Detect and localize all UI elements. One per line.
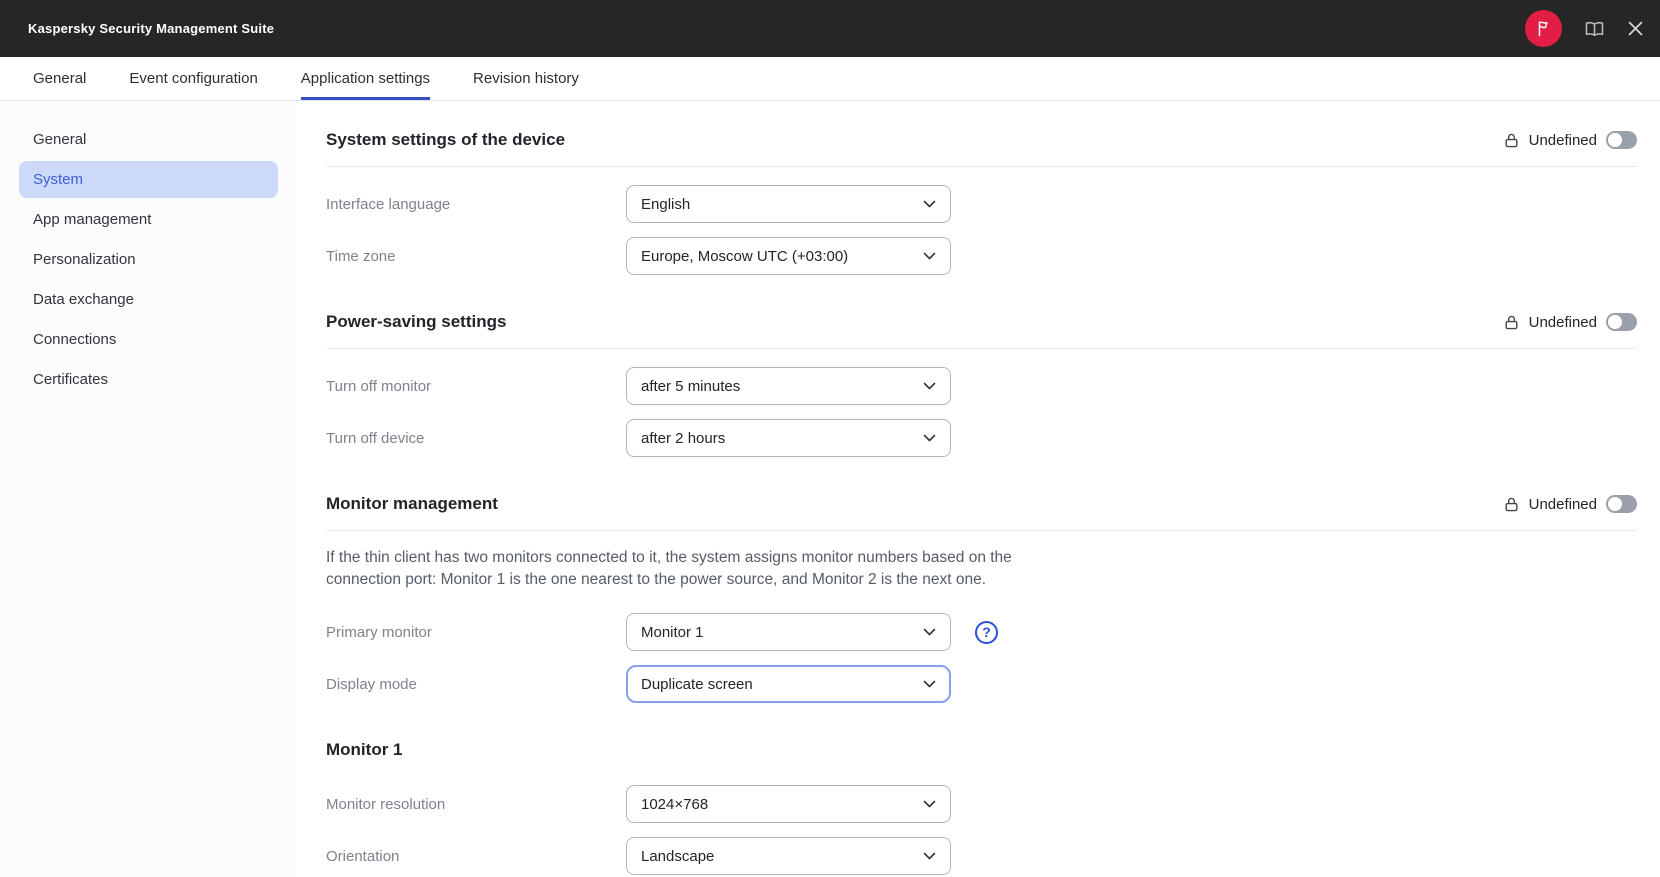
- sidebar-item-personalization[interactable]: Personalization: [19, 241, 278, 278]
- undefined-toggle-system-settings[interactable]: [1606, 131, 1637, 149]
- field-row: Primary monitor Monitor 1 ?: [326, 613, 1637, 651]
- monitor-management-description: If the thin client has two monitors conn…: [326, 549, 1012, 588]
- chevron-down-icon: [923, 382, 936, 390]
- section-divider: [326, 348, 1637, 349]
- field-row: Display mode Duplicate screen: [326, 665, 1637, 703]
- primary-monitor-dropdown[interactable]: Monitor 1: [626, 613, 951, 651]
- field-label: Time zone: [326, 247, 396, 265]
- turn-off-monitor-dropdown[interactable]: after 5 minutes: [626, 367, 951, 405]
- book-icon: [1584, 20, 1605, 38]
- unlock-icon: [1503, 496, 1520, 513]
- flag-icon: [1534, 19, 1553, 38]
- sidebar-item-connections[interactable]: Connections: [19, 321, 278, 358]
- help-icon: ?: [982, 624, 991, 640]
- sidebar-item-data-exchange[interactable]: Data exchange: [19, 281, 278, 318]
- notifications-flag-button[interactable]: [1525, 10, 1562, 47]
- field-label: Orientation: [326, 847, 400, 865]
- titlebar-actions: [1525, 10, 1644, 47]
- window-titlebar: Kaspersky Security Management Suite: [0, 0, 1660, 57]
- field-row: Monitor resolution 1024×768: [326, 785, 1637, 823]
- field-label: Turn off device: [326, 429, 425, 447]
- dropdown-value: Monitor 1: [641, 623, 704, 641]
- override-label: Undefined: [1528, 131, 1597, 149]
- unlock-icon: [1503, 132, 1520, 149]
- field-label: Display mode: [326, 675, 417, 693]
- display-mode-dropdown[interactable]: Duplicate screen: [626, 665, 951, 703]
- field-label: Turn off monitor: [326, 377, 432, 395]
- section-system-settings: System settings of the device Undefined …: [326, 127, 1637, 275]
- dropdown-value: Europe, Moscow UTC (+03:00): [641, 247, 849, 265]
- primary-monitor-help-button[interactable]: ?: [975, 620, 998, 644]
- dropdown-value: Landscape: [641, 847, 715, 865]
- turn-off-device-dropdown[interactable]: after 2 hours: [626, 419, 951, 457]
- section-monitor-1: Monitor 1 Monitor resolution 1024×768 Or…: [326, 737, 1637, 875]
- section-title: Monitor 1: [326, 740, 403, 759]
- chevron-down-icon: [923, 800, 936, 808]
- dropdown-value: after 2 hours: [641, 429, 726, 447]
- chevron-down-icon: [923, 252, 936, 260]
- field-row: Interface language English: [326, 185, 1637, 223]
- undefined-toggle-power-saving[interactable]: [1606, 313, 1637, 331]
- override-label: Undefined: [1528, 495, 1597, 513]
- enforcement-control: Undefined: [1503, 131, 1637, 149]
- section-divider: [326, 530, 1637, 531]
- section-title: Monitor management: [326, 494, 498, 513]
- field-row: Turn off monitor after 5 minutes: [326, 367, 1637, 405]
- field-row: Orientation Landscape: [326, 837, 1637, 875]
- interface-language-dropdown[interactable]: English: [626, 185, 951, 223]
- monitor-resolution-dropdown[interactable]: 1024×768: [626, 785, 951, 823]
- sidebar-item-certificates[interactable]: Certificates: [19, 361, 278, 398]
- tab-application-settings[interactable]: Application settings: [300, 57, 431, 100]
- dropdown-value: after 5 minutes: [641, 377, 741, 395]
- enforcement-control: Undefined: [1503, 313, 1637, 331]
- sidebar-item-system[interactable]: System: [19, 161, 278, 198]
- settings-content: System settings of the device Undefined …: [296, 101, 1660, 877]
- chevron-down-icon: [923, 852, 936, 860]
- close-button[interactable]: [1627, 20, 1644, 37]
- settings-sidebar: General System App management Personaliz…: [0, 101, 296, 877]
- enforcement-control: Undefined: [1503, 495, 1637, 513]
- tab-general[interactable]: General: [33, 57, 86, 100]
- field-label: Primary monitor: [326, 623, 432, 641]
- section-divider: [326, 166, 1637, 167]
- chevron-down-icon: [923, 680, 936, 688]
- chevron-down-icon: [923, 200, 936, 208]
- help-manual-button[interactable]: [1584, 20, 1605, 38]
- close-icon: [1627, 20, 1644, 37]
- unlock-icon: [1503, 314, 1520, 331]
- override-label: Undefined: [1528, 313, 1597, 331]
- section-title: Power-saving settings: [326, 312, 507, 331]
- field-label: Interface language: [326, 195, 451, 213]
- section-monitor-management: Monitor management Undefined If the thin…: [326, 491, 1637, 703]
- sidebar-item-app-management[interactable]: App management: [19, 201, 278, 238]
- time-zone-dropdown[interactable]: Europe, Moscow UTC (+03:00): [626, 237, 951, 275]
- dropdown-value: Duplicate screen: [641, 675, 753, 693]
- chevron-down-icon: [923, 628, 936, 636]
- chevron-down-icon: [923, 434, 936, 442]
- field-row: Turn off device after 2 hours: [326, 419, 1637, 457]
- undefined-toggle-monitor-management[interactable]: [1606, 495, 1637, 513]
- sidebar-item-general[interactable]: General: [19, 121, 278, 158]
- field-row: Time zone Europe, Moscow UTC (+03:00): [326, 237, 1637, 275]
- section-title: System settings of the device: [326, 130, 566, 149]
- dropdown-value: 1024×768: [641, 795, 709, 813]
- tab-revision-history[interactable]: Revision history: [473, 57, 579, 100]
- orientation-dropdown[interactable]: Landscape: [626, 837, 951, 875]
- dropdown-value: English: [641, 195, 691, 213]
- settings-tabbar: General Event configuration Application …: [0, 57, 1660, 101]
- tab-event-configuration[interactable]: Event configuration: [129, 57, 257, 100]
- app-title: Kaspersky Security Management Suite: [28, 21, 275, 36]
- section-power-saving: Power-saving settings Undefined Turn off…: [326, 309, 1637, 457]
- field-label: Monitor resolution: [326, 795, 446, 813]
